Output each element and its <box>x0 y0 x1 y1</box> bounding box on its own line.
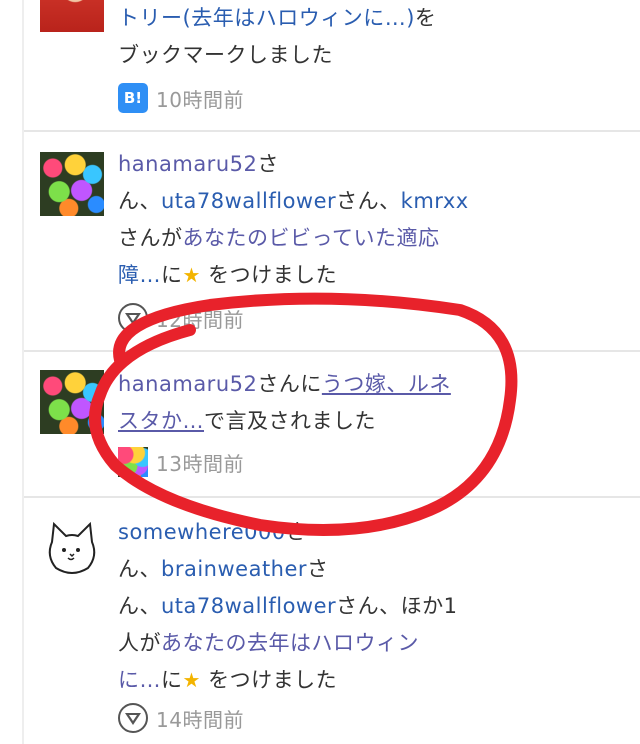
timestamp: 12時間前 <box>156 307 244 332</box>
text-san: ん、 <box>118 557 161 581</box>
user-avatar[interactable] <box>40 0 104 32</box>
entry-link[interactable]: あなたの去年はハロウィン <box>161 631 419 655</box>
action-text: ブックマークしました <box>118 43 333 67</box>
notification-item[interactable]: hanamaru52さ ん、uta78wallflowerさん、kmrxx さん… <box>24 132 640 350</box>
user-link[interactable]: kmrxx <box>401 189 469 213</box>
bookmark-title-link[interactable]: トリー(去年はハロウィンに…) <box>118 6 415 30</box>
text-san: さん、 <box>336 189 401 213</box>
entry-link[interactable]: うつ嫁、ルネ <box>322 372 451 396</box>
flower-thumb-icon <box>118 447 148 477</box>
text-san: さ <box>285 520 308 544</box>
text-san: ん、 <box>118 594 161 618</box>
notification-item[interactable]: トリー(去年はハロウィンに…)を ブックマークしました B! 10時間前 <box>24 0 640 130</box>
star-icon: ★ <box>182 263 201 287</box>
notification-meta: 14時間前 <box>118 702 244 734</box>
notification-meta: B! 10時間前 <box>118 82 244 114</box>
text-san: さんに <box>257 372 322 396</box>
notification-text: hanamaru52さ ん、uta78wallflowerさん、kmrxx さん… <box>118 146 630 294</box>
action-text: をつけました <box>208 668 338 692</box>
notification-meta: 13時間前 <box>118 446 244 478</box>
text-san: さんが <box>118 226 183 250</box>
star-badge-icon <box>118 703 148 733</box>
notification-item[interactable]: somewhere000さ ん、brainweatherさ ん、uta78wal… <box>24 498 640 744</box>
timestamp: 13時間前 <box>156 451 244 476</box>
action-text: で言及されました <box>204 409 376 433</box>
entry-link[interactable]: スタか… <box>118 409 204 433</box>
user-avatar[interactable] <box>40 152 104 216</box>
notification-text: somewhere000さ ん、brainweatherさ ん、uta78wal… <box>118 514 630 699</box>
hatena-bookmark-icon: B! <box>118 83 148 113</box>
entry-link[interactable]: あなたのビビっていた適応 <box>183 226 440 250</box>
timestamp: 14時間前 <box>156 707 244 732</box>
text-san: さ <box>257 152 279 176</box>
notification-item[interactable]: hanamaru52さんにうつ嫁、ルネ スタか…で言及されました 13時間前 <box>24 352 640 496</box>
star-icon: ★ <box>182 668 201 692</box>
timestamp: 10時間前 <box>156 87 244 112</box>
user-avatar[interactable] <box>40 370 104 434</box>
text-san: さん、ほか1 <box>336 594 458 618</box>
entry-link[interactable]: 障… <box>118 263 161 287</box>
user-avatar[interactable] <box>40 518 104 582</box>
text-suffix: を <box>414 6 437 30</box>
text-san: ん、 <box>118 189 161 213</box>
cat-doodle-icon <box>48 521 96 574</box>
text-ni: に <box>161 668 183 692</box>
notification-meta: 12時間前 <box>118 302 244 334</box>
user-link[interactable]: uta78wallflower <box>161 594 336 618</box>
user-link[interactable]: hanamaru52 <box>118 152 257 176</box>
user-link[interactable]: hanamaru52 <box>118 372 257 396</box>
entry-link[interactable]: に… <box>118 668 161 692</box>
user-link[interactable]: somewhere000 <box>118 520 286 544</box>
star-badge-icon <box>118 303 148 333</box>
text-san: さ <box>307 557 329 581</box>
text-ni: に <box>161 263 183 287</box>
action-text: をつけました <box>208 263 338 287</box>
user-link[interactable]: uta78wallflower <box>161 189 336 213</box>
notification-text: トリー(去年はハロウィンに…)を ブックマークしました <box>118 0 630 74</box>
notification-text: hanamaru52さんにうつ嫁、ルネ スタか…で言及されました <box>118 366 630 440</box>
user-link[interactable]: brainweather <box>161 557 307 581</box>
text-san: 人が <box>118 631 161 655</box>
